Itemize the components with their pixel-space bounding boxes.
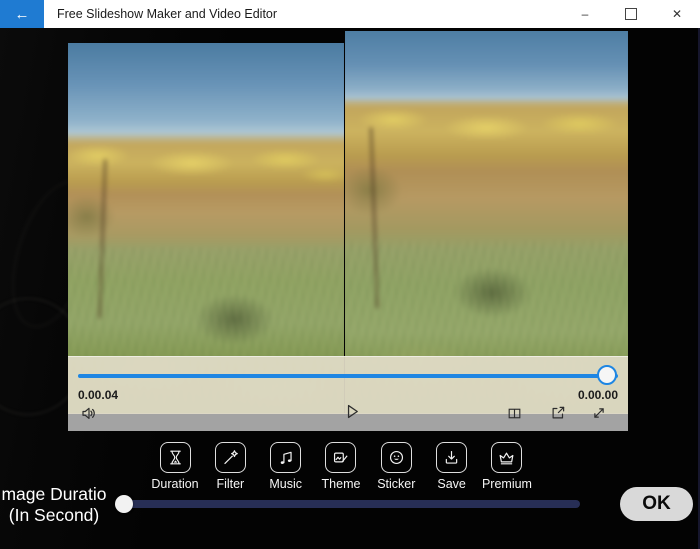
close-icon: ✕ (671, 7, 683, 21)
bottom-toolbar: Duration Filter Music Theme Sticker Save… (150, 442, 532, 491)
minimize-button[interactable]: – (562, 0, 608, 28)
image-duration-label: mage Duratio (In Second) (0, 484, 120, 526)
window-controls: – ✕ (562, 0, 700, 28)
toolbar-item-premium[interactable]: Premium (482, 442, 532, 491)
maximize-button[interactable] (608, 0, 654, 28)
picture-edit-icon (325, 442, 357, 473)
toolbar-label: Sticker (377, 477, 416, 491)
image-duration-label-line1: mage Duratio (1, 484, 107, 504)
toolbar-item-filter[interactable]: Filter (205, 442, 255, 491)
app-window: ← Free Slideshow Maker and Video Editor … (0, 0, 700, 549)
toolbar-item-music[interactable]: Music (261, 442, 311, 491)
elapsed-time: 0.00.04 (78, 388, 119, 402)
ok-button[interactable]: OK (620, 487, 693, 521)
seek-bar[interactable] (78, 365, 618, 385)
speaker-icon[interactable] (80, 404, 98, 422)
download-icon (436, 442, 468, 473)
window-title: Free Slideshow Maker and Video Editor (57, 7, 278, 21)
toolbar-label: Premium (481, 477, 532, 491)
smiley-icon (380, 442, 412, 473)
image-duration-slider[interactable] (114, 495, 580, 513)
compare-panes-icon[interactable] (506, 405, 523, 422)
export-icon[interactable] (549, 404, 567, 422)
hourglass-icon (159, 442, 191, 473)
fullscreen-icon[interactable] (590, 404, 608, 422)
crown-icon (491, 442, 523, 473)
toolbar-item-theme[interactable]: Theme (316, 442, 366, 491)
play-icon[interactable] (343, 402, 362, 421)
back-arrow-icon: ← (14, 5, 30, 23)
toolbar-item-save[interactable]: Save (427, 442, 477, 491)
remaining-time: 0.00.00 (577, 388, 618, 402)
image-duration-label-line2: (In Second) (8, 505, 100, 525)
minimize-icon: – (581, 7, 589, 21)
toolbar-label: Music (269, 477, 302, 491)
toolbar-label: Theme (321, 477, 361, 491)
magic-wand-icon (214, 442, 246, 473)
toolbar-label: Save (437, 477, 466, 491)
close-button[interactable]: ✕ (654, 0, 700, 28)
toolbar-item-duration[interactable]: Duration (150, 442, 200, 491)
toolbar-label: Filter (216, 477, 245, 491)
maximize-icon (625, 8, 637, 20)
seek-handle[interactable] (597, 365, 618, 385)
music-note-icon (270, 442, 302, 473)
titlebar: ← Free Slideshow Maker and Video Editor … (0, 0, 700, 28)
toolbar-label: Duration (151, 477, 199, 491)
image-duration-track[interactable] (127, 500, 580, 508)
toolbar-item-sticker[interactable]: Sticker (371, 442, 421, 491)
image-duration-handle[interactable] (114, 495, 133, 513)
back-button[interactable]: ← (0, 0, 44, 28)
